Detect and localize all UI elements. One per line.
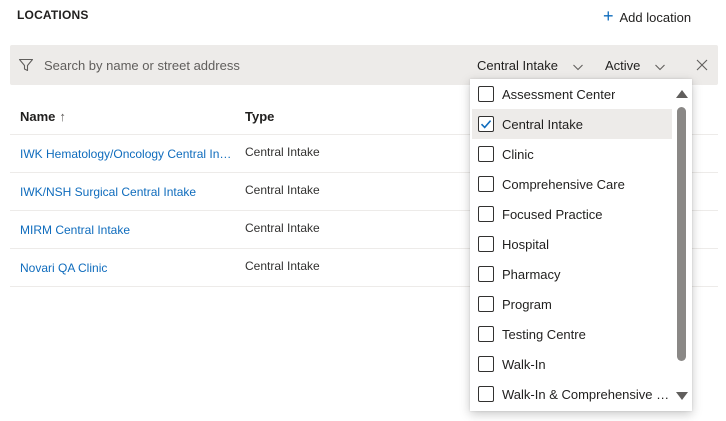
add-location-label: Add location xyxy=(619,9,692,25)
type-option[interactable]: Clinic xyxy=(472,139,672,169)
type-option[interactable]: Assessment Center xyxy=(472,79,672,109)
scroll-up-arrow-icon[interactable] xyxy=(675,89,689,99)
location-type: Central Intake xyxy=(245,183,320,197)
checkbox[interactable] xyxy=(478,296,494,312)
status-filter-value: Active xyxy=(605,57,641,73)
checkbox[interactable] xyxy=(478,86,494,102)
type-option-label: Assessment Center xyxy=(502,86,616,102)
location-name-link[interactable]: IWK/NSH Surgical Central Intake xyxy=(20,185,232,199)
type-option[interactable]: Focused Practice xyxy=(472,199,672,229)
scroll-down-arrow-icon[interactable] xyxy=(675,391,689,401)
chevron-down-icon xyxy=(573,64,583,70)
type-option-label: Focused Practice xyxy=(502,206,603,222)
type-option-label: Hospital xyxy=(502,236,549,252)
type-option[interactable]: Hospital xyxy=(472,229,672,259)
location-type: Central Intake xyxy=(245,145,320,159)
type-option-label: Walk-In & Comprehensive Care xyxy=(502,386,670,402)
type-option[interactable]: Walk-In & Comprehensive Care xyxy=(472,379,672,409)
checkbox[interactable] xyxy=(478,386,494,402)
type-filter-options-panel: Assessment Center Central Intake Clinic … xyxy=(470,79,692,411)
type-option-label: Program xyxy=(502,296,552,312)
checkbox[interactable] xyxy=(478,116,494,132)
type-option-label: Central Intake xyxy=(502,116,583,132)
location-name-link[interactable]: Novari QA Clinic xyxy=(20,261,232,275)
type-option[interactable]: Testing Centre xyxy=(472,319,672,349)
column-header-name[interactable]: Name ↑ xyxy=(20,109,66,124)
type-option[interactable]: Program xyxy=(472,289,672,319)
location-type: Central Intake xyxy=(245,259,320,273)
location-name-link[interactable]: MIRM Central Intake xyxy=(20,223,232,237)
column-header-type[interactable]: Type xyxy=(245,109,274,124)
chevron-down-icon xyxy=(655,64,666,70)
type-option-label: Walk-In xyxy=(502,356,546,372)
checkbox[interactable] xyxy=(478,356,494,372)
page-title: LOCATIONS xyxy=(17,8,89,22)
type-filter-value: Central Intake xyxy=(477,57,558,73)
type-option[interactable]: Walk-In xyxy=(472,349,672,379)
filter-icon xyxy=(18,58,34,72)
checkbox[interactable] xyxy=(478,236,494,252)
column-header-label: Name xyxy=(20,109,56,124)
search-input[interactable] xyxy=(40,51,460,79)
type-option[interactable]: Comprehensive Care xyxy=(472,169,672,199)
type-option-label: Comprehensive Care xyxy=(502,176,625,192)
checkbox[interactable] xyxy=(478,206,494,222)
close-icon[interactable] xyxy=(696,59,708,71)
checkbox[interactable] xyxy=(478,326,494,342)
type-option-label: Testing Centre xyxy=(502,326,586,342)
checkbox[interactable] xyxy=(478,176,494,192)
location-type: Central Intake xyxy=(245,221,320,235)
plus-icon: + xyxy=(603,6,614,26)
checkmark-icon xyxy=(480,120,492,129)
checkbox[interactable] xyxy=(478,266,494,282)
checkbox[interactable] xyxy=(478,146,494,162)
add-location-button[interactable]: + Add location xyxy=(603,7,691,27)
location-name-link[interactable]: IWK Hematology/Oncology Central Intake xyxy=(20,147,232,161)
sort-ascending-icon: ↑ xyxy=(59,109,66,124)
type-option[interactable]: Central Intake xyxy=(472,109,672,139)
type-option[interactable]: Pharmacy xyxy=(472,259,672,289)
type-option-label: Clinic xyxy=(502,146,534,162)
scrollbar-thumb[interactable] xyxy=(677,107,686,361)
type-option-label: Pharmacy xyxy=(502,266,561,282)
